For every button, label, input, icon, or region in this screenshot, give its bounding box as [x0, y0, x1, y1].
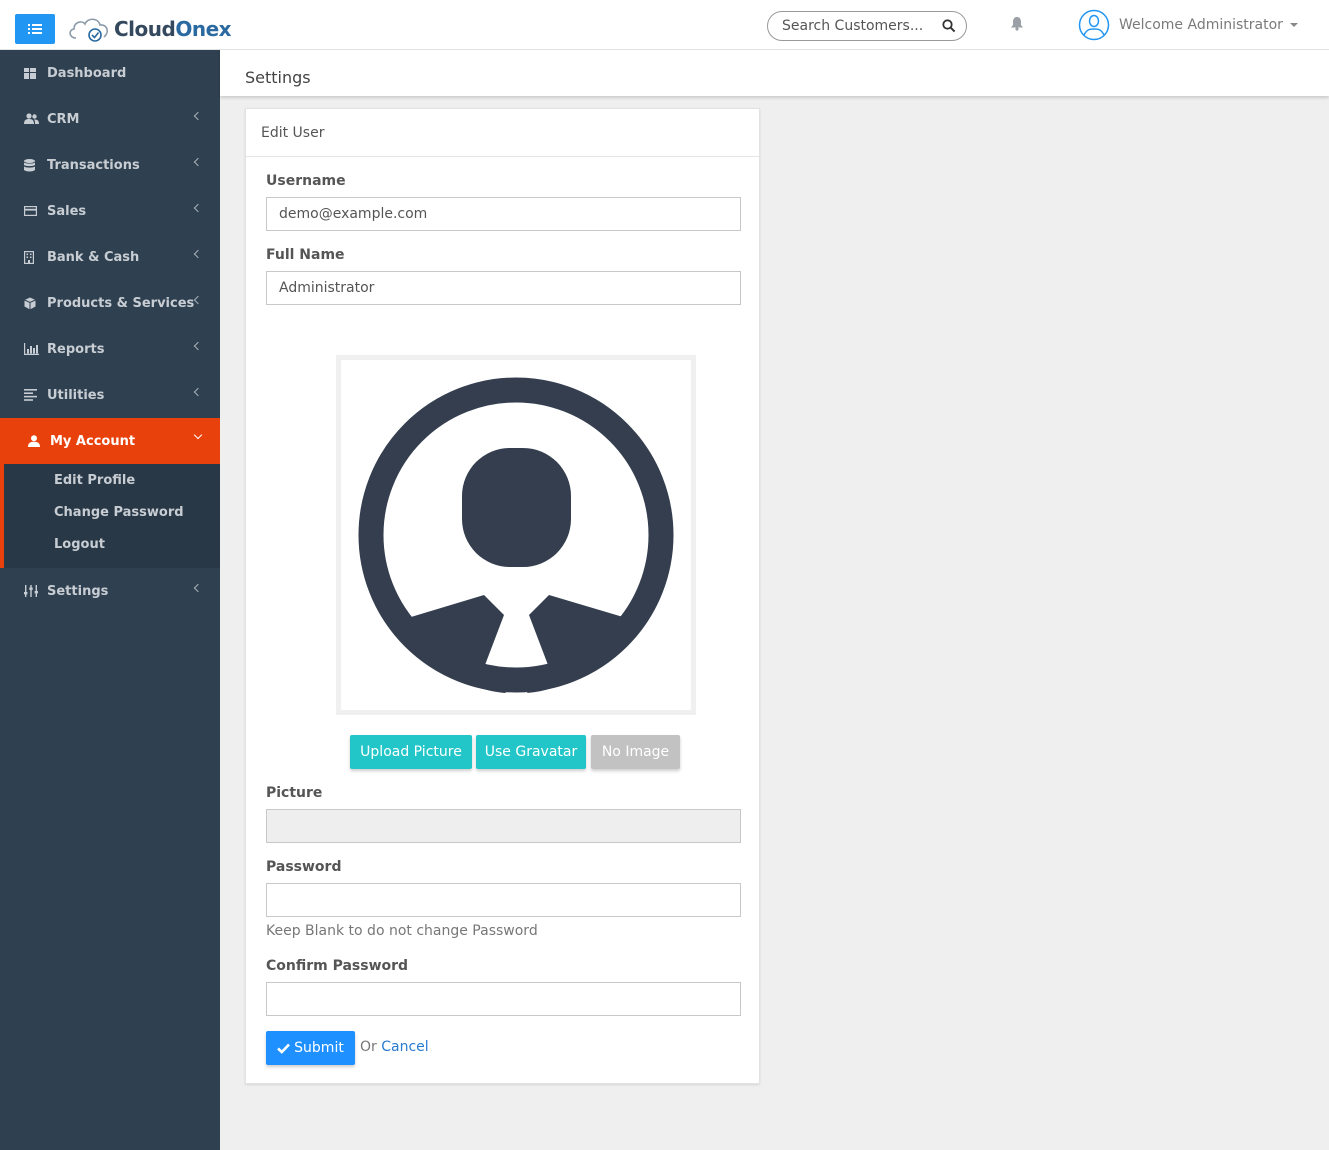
fullname-input[interactable]: [266, 271, 741, 305]
search-box: [767, 11, 967, 41]
bar-chart-icon: [24, 343, 40, 355]
page-title: Settings: [245, 68, 311, 87]
username-label: Username: [266, 173, 346, 189]
logo-text: CloudOnex: [114, 17, 232, 41]
sidebar-item-label: Reports: [47, 341, 105, 357]
sidebar-item-label: Utilities: [47, 387, 105, 403]
logo-text-main: Cloud: [114, 17, 176, 41]
cancel-link[interactable]: Cancel: [381, 1039, 428, 1055]
sidebar-item-label: CRM: [47, 111, 80, 127]
credit-card-icon: [24, 206, 40, 216]
chevron-left-icon: [193, 249, 203, 259]
bell-icon: [1011, 17, 1023, 31]
my-account-submenu: Edit Profile Change Password Logout: [0, 464, 220, 568]
page-header: Settings: [220, 50, 1329, 96]
confirm-password-input[interactable]: [266, 982, 741, 1016]
list-icon: [24, 389, 40, 401]
submenu-item-logout[interactable]: Logout: [4, 528, 220, 560]
password-help-text: Keep Blank to do not change Password: [266, 923, 538, 939]
sidebar-item-transactions[interactable]: Transactions: [0, 142, 220, 188]
sidebar-item-label: Products & Services: [47, 295, 195, 311]
chevron-left-icon: [193, 203, 203, 213]
sidebar-item-reports[interactable]: Reports: [0, 326, 220, 372]
password-input[interactable]: [266, 883, 741, 917]
sidebar-item-label: Settings: [47, 583, 109, 599]
user-menu[interactable]: Welcome Administrator: [1078, 9, 1298, 41]
submenu-item-change-password[interactable]: Change Password: [4, 496, 220, 528]
upload-picture-button[interactable]: Upload Picture: [350, 735, 472, 769]
chevron-left-icon: [193, 387, 203, 397]
sidebar-item-label: Dashboard: [47, 65, 127, 81]
or-label: Or: [360, 1039, 377, 1055]
logo-text-accent: Onex: [175, 17, 232, 41]
menu-icon: [28, 24, 42, 34]
password-label: Password: [266, 859, 342, 875]
welcome-text: Welcome Administrator: [1119, 17, 1283, 33]
picture-input: [266, 809, 741, 843]
user-icon: [28, 435, 44, 447]
sidebar-item-my-account[interactable]: My Account: [0, 418, 220, 464]
profile-picture-frame: [336, 355, 696, 715]
submit-label: Submit: [294, 1040, 344, 1056]
confirm-password-label: Confirm Password: [266, 958, 409, 974]
picture-label: Picture: [266, 785, 323, 801]
database-icon: [24, 158, 40, 172]
menu-toggle-button[interactable]: [15, 14, 55, 44]
sidebar-item-dashboard[interactable]: Dashboard: [0, 50, 220, 96]
edit-user-card: Edit User Username Full Name Upload Pict…: [245, 108, 760, 1084]
sidebar-item-label: My Account: [50, 433, 136, 449]
sidebar-item-label: Transactions: [47, 157, 140, 173]
sidebar-item-settings[interactable]: Settings: [0, 568, 220, 614]
chevron-left-icon: [193, 341, 203, 351]
username-input[interactable]: [266, 197, 741, 231]
submenu-item-edit-profile[interactable]: Edit Profile: [4, 464, 220, 496]
sidebar: Dashboard CRM Transactions Sales Bank & …: [0, 50, 220, 1150]
search-input[interactable]: [782, 18, 932, 34]
chevron-left-icon: [193, 111, 203, 121]
or-text: Or Cancel: [360, 1039, 429, 1055]
sidebar-item-products-services[interactable]: Products & Services: [0, 280, 220, 326]
card-title: Edit User: [246, 109, 759, 157]
sliders-icon: [24, 585, 40, 597]
sidebar-item-label: Sales: [47, 203, 87, 219]
sidebar-item-crm[interactable]: CRM: [0, 96, 220, 142]
caret-down-icon: [1289, 23, 1298, 27]
chevron-left-icon: [193, 295, 203, 305]
app-logo[interactable]: CloudOnex: [66, 14, 232, 44]
chevron-left-icon: [193, 583, 203, 593]
search-icon[interactable]: [942, 19, 956, 33]
default-avatar-image: [358, 377, 674, 693]
chevron-down-icon: [193, 430, 203, 440]
cube-icon: [24, 297, 40, 310]
building-icon: [24, 250, 40, 264]
use-gravatar-button[interactable]: Use Gravatar: [476, 735, 586, 769]
sidebar-item-sales[interactable]: Sales: [0, 188, 220, 234]
no-image-button[interactable]: No Image: [591, 735, 680, 769]
chevron-left-icon: [193, 157, 203, 167]
user-avatar-icon: [1078, 9, 1110, 41]
cloud-logo-icon: [69, 18, 109, 42]
sidebar-item-utilities[interactable]: Utilities: [0, 372, 220, 418]
check-icon: [277, 1043, 291, 1054]
submit-button[interactable]: Submit: [266, 1031, 355, 1065]
sidebar-item-label: Bank & Cash: [47, 249, 140, 265]
fullname-label: Full Name: [266, 247, 345, 263]
users-icon: [24, 113, 40, 125]
sidebar-item-bank-cash[interactable]: Bank & Cash: [0, 234, 220, 280]
notifications-bell[interactable]: [1010, 16, 1024, 35]
dashboard-icon: [24, 67, 40, 79]
top-navbar: CloudOnex Welcome Administrator: [0, 0, 1329, 50]
